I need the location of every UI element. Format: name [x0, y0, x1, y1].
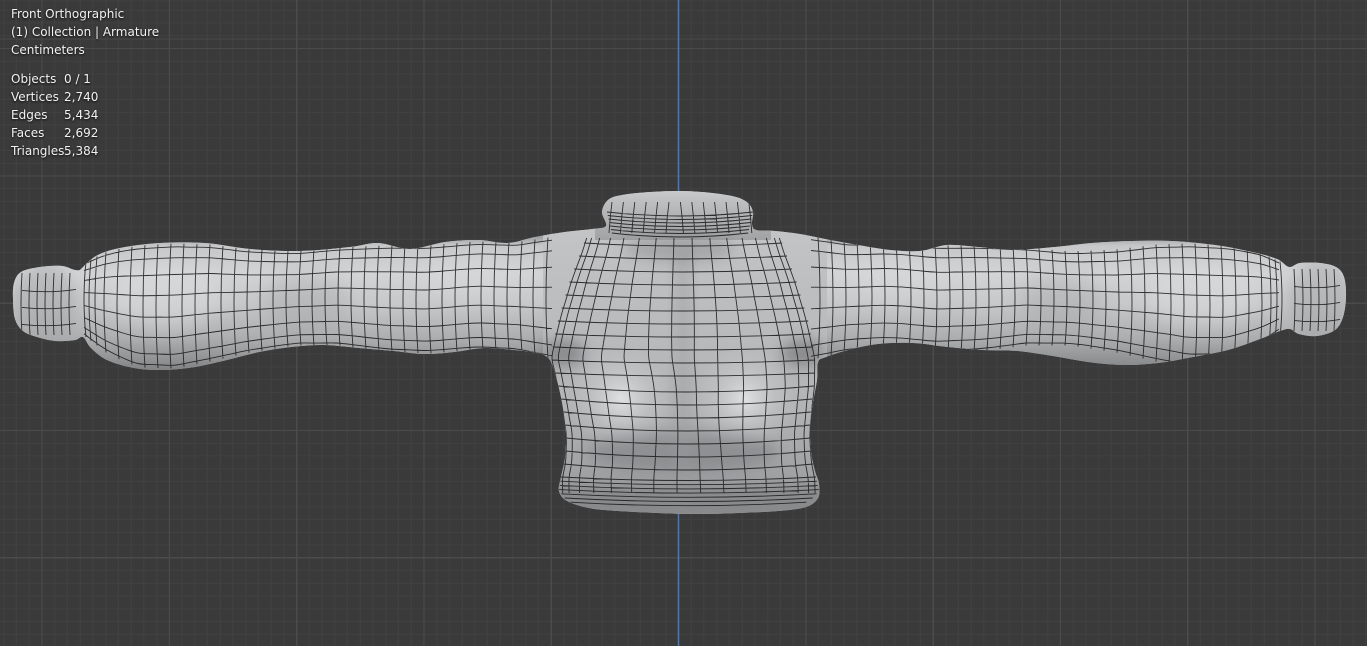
viewport-canvas: [0, 0, 1367, 646]
stat-edges: Edges 5,434: [11, 106, 159, 124]
stat-triangles: Triangles 5,384: [11, 142, 159, 160]
stat-objects: Objects 0 / 1: [11, 70, 159, 88]
view-label: Front Orthographic: [11, 5, 159, 23]
sweater-mesh-object[interactable]: [10, 188, 1356, 520]
stat-faces: Faces 2,692: [11, 124, 159, 142]
3d-viewport[interactable]: Front Orthographic (1) Collection | Arma…: [0, 0, 1367, 646]
units-label: Centimeters: [11, 41, 159, 59]
stat-vertices: Vertices 2,740: [11, 88, 159, 106]
collection-breadcrumb: (1) Collection | Armature: [11, 23, 159, 41]
viewport-overlay-text: Front Orthographic (1) Collection | Arma…: [11, 5, 159, 160]
